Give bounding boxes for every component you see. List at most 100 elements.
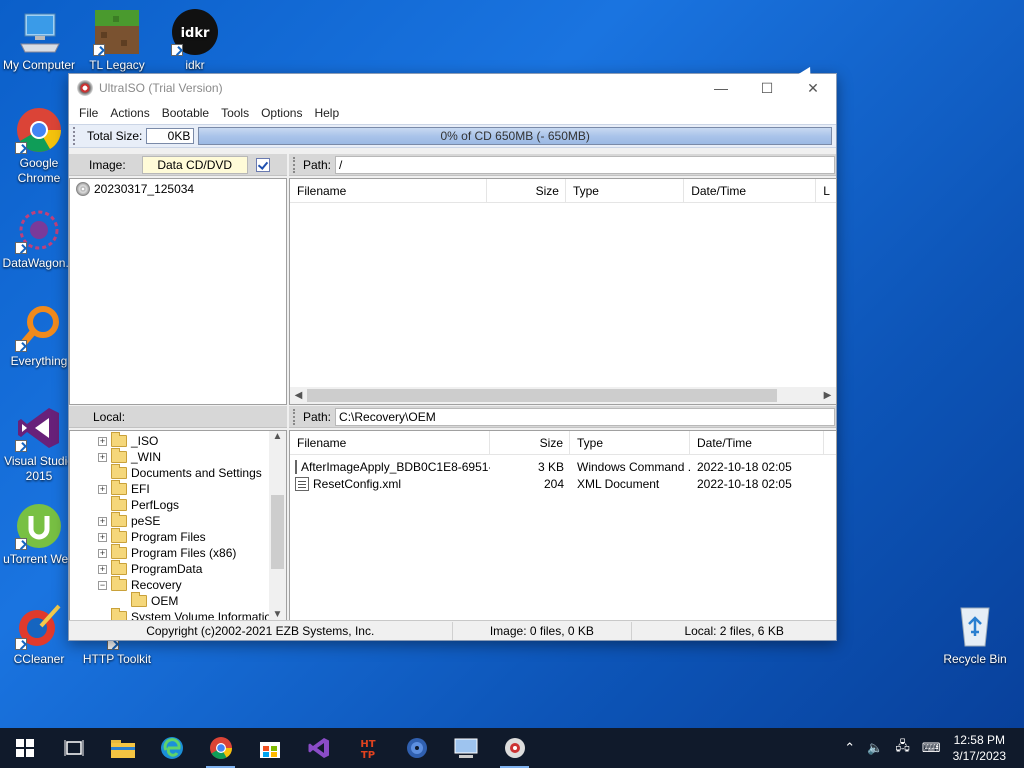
local-file-list[interactable]: Filename Size Type Date/Time AfterImageA… <box>289 430 837 621</box>
minecraft-grass-icon <box>93 8 141 56</box>
taskbar-edge[interactable] <box>147 728 196 768</box>
menu-file[interactable]: File <box>73 106 104 120</box>
table-row[interactable]: AfterImageApply_BDB0C1E8-6951-... 3 KB W… <box>290 458 836 475</box>
taskbar-http-toolkit[interactable]: HT TP <box>343 728 392 768</box>
scroll-thumb[interactable] <box>271 495 284 569</box>
tree-expander-icon[interactable]: − <box>98 580 107 590</box>
tree-node-program-files[interactable]: + Program Files <box>70 528 286 545</box>
windows-logo-icon <box>15 739 34 757</box>
iso-tree-panel[interactable]: 20230317_125034 <box>69 178 287 405</box>
task-view-button[interactable] <box>49 728 98 768</box>
table-row[interactable]: ResetConfig.xml 204 XML Document 2022-10… <box>290 475 836 492</box>
local-header: Local: <box>69 406 287 428</box>
taskbar-file-explorer[interactable] <box>98 728 147 768</box>
desktop-icon-ccleaner[interactable]: CCleaner <box>0 602 78 667</box>
local-path-field[interactable]: C:\Recovery\OEM <box>335 407 835 426</box>
toolbar-grip[interactable] <box>73 127 77 145</box>
iso-file-list[interactable]: Filename Size Type Date/Time L ◀ ▶ <box>289 178 837 405</box>
menu-tools[interactable]: Tools <box>215 106 255 120</box>
folder-icon <box>111 528 127 543</box>
menu-options[interactable]: Options <box>255 106 308 120</box>
col-type[interactable]: Type <box>566 179 685 203</box>
tree-node-programdata[interactable]: + ProgramData <box>70 560 286 577</box>
taskbar-disc-app[interactable] <box>392 728 441 768</box>
desktop-icon-chrome[interactable]: Google Chrome <box>0 106 78 186</box>
tree-node-oem[interactable]: OEM <box>70 592 286 609</box>
col-l[interactable]: L <box>816 179 836 203</box>
image-type-field[interactable]: Data CD/DVD <box>141 155 248 174</box>
iso-path-field[interactable]: / <box>335 155 835 174</box>
col-datetime[interactable]: Date/Time <box>684 179 817 203</box>
svg-text:TP: TP <box>360 750 374 760</box>
col-type[interactable]: Type <box>570 431 690 455</box>
folder-icon <box>111 560 127 575</box>
taskbar: HT TP ⌃ 🔈 🖧 ⌨ 12:58 PM 3/17/2023 <box>0 728 1024 768</box>
tree-vertical-scrollbar[interactable]: ▲ ▼ <box>269 431 286 620</box>
local-path-label: Path: <box>303 409 332 424</box>
taskbar-ultraiso[interactable] <box>490 728 539 768</box>
desktop-icon-idkr[interactable]: idkr idkr <box>156 8 234 73</box>
menu-help[interactable]: Help <box>308 106 345 120</box>
col-size[interactable]: Size <box>490 431 570 455</box>
menu-bootable[interactable]: Bootable <box>156 106 215 120</box>
desktop-icon-label: Google Chrome <box>17 156 61 185</box>
scroll-left-icon[interactable]: ◀ <box>290 390 307 401</box>
desktop-icon-label: idkr <box>185 58 205 72</box>
scroll-right-icon[interactable]: ▶ <box>819 390 836 401</box>
image-properties-icon[interactable] <box>255 157 270 172</box>
col-datetime[interactable]: Date/Time <box>690 431 824 455</box>
iso-horizontal-scrollbar[interactable]: ◀ ▶ <box>290 387 836 404</box>
iso-root-node[interactable]: 20230317_125034 <box>70 181 286 197</box>
tree-expander-icon[interactable]: + <box>98 436 107 446</box>
network-icon[interactable]: 🖧 <box>895 737 910 759</box>
tree-node-win[interactable]: + _WIN <box>70 448 286 465</box>
keyboard-icon[interactable]: ⌨ <box>922 740 941 756</box>
shortcut-arrow-icon <box>171 44 183 56</box>
col-filename[interactable]: Filename <box>290 431 490 455</box>
tree-node-program-files-x86[interactable]: + Program Files (x86) <box>70 544 286 561</box>
tree-expander-icon[interactable]: + <box>98 452 107 462</box>
start-button[interactable] <box>0 728 49 768</box>
computer-icon <box>15 8 63 56</box>
edge-icon <box>160 737 183 759</box>
system-tray: ⌃ 🔈 🖧 ⌨ 12:58 PM 3/17/2023 <box>838 732 1024 764</box>
taskbar-chrome[interactable] <box>196 728 245 768</box>
iso-column-header: Filename Size Type Date/Time L <box>290 179 836 203</box>
col-size[interactable]: Size <box>487 179 566 203</box>
status-bar: Copyright (c)2002-2021 EZB Systems, Inc.… <box>69 620 836 640</box>
desktop-icon-datawagon[interactable]: DataWagon... <box>0 206 78 271</box>
volume-icon[interactable]: 🔈 <box>867 740 883 756</box>
desktop-icon-my-computer[interactable]: My Computer <box>0 8 78 73</box>
tree-node-pese[interactable]: + peSE <box>70 512 286 529</box>
clock[interactable]: 12:58 PM 3/17/2023 <box>953 732 1006 764</box>
taskbar-store[interactable] <box>245 728 294 768</box>
title-bar[interactable]: UltraISO (Trial Version) — ☐ ✕ <box>69 74 836 102</box>
tree-node-documents-and-settings[interactable]: Documents and Settings <box>70 464 286 481</box>
desktop-icon-recycle-bin[interactable]: Recycle Bin <box>936 602 1014 667</box>
tree-node-efi[interactable]: + EFI <box>70 480 286 497</box>
tree-expander-icon[interactable]: + <box>98 484 107 494</box>
minimize-button[interactable]: — <box>698 74 744 102</box>
tree-node-iso[interactable]: + _ISO <box>70 432 286 449</box>
tree-expander-icon[interactable]: + <box>98 532 107 542</box>
chevron-up-icon[interactable]: ⌃ <box>844 740 855 756</box>
scroll-thumb[interactable] <box>307 389 777 402</box>
taskbar-visual-studio[interactable] <box>294 728 343 768</box>
desktop-icon-utorrent[interactable]: uTorrent Web <box>0 502 78 567</box>
taskbar-network-app[interactable] <box>441 728 490 768</box>
scroll-down-icon[interactable]: ▼ <box>269 609 286 620</box>
menu-actions[interactable]: Actions <box>104 106 155 120</box>
scroll-up-icon[interactable]: ▲ <box>269 431 286 442</box>
tree-node-recovery[interactable]: − Recovery <box>70 576 286 593</box>
tree-expander-icon[interactable]: + <box>98 516 107 526</box>
desktop-icon-tl-legacy[interactable]: TL Legacy <box>78 8 156 73</box>
desktop-icon-visual-studio[interactable]: Visual Studio 2015 <box>0 404 78 484</box>
desktop-icon-everything[interactable]: Everything <box>0 304 78 369</box>
tree-expander-icon[interactable]: + <box>98 564 107 574</box>
tree-node-perflogs[interactable]: PerfLogs <box>70 496 286 513</box>
maximize-button[interactable]: ☐ <box>744 74 790 102</box>
local-tree-panel[interactable]: + _ISO + _WIN Documents and Settings + EFI Perf… <box>69 430 287 621</box>
col-filename[interactable]: Filename <box>290 179 487 203</box>
tree-expander-icon[interactable]: + <box>98 548 107 558</box>
cd-icon <box>76 182 90 196</box>
